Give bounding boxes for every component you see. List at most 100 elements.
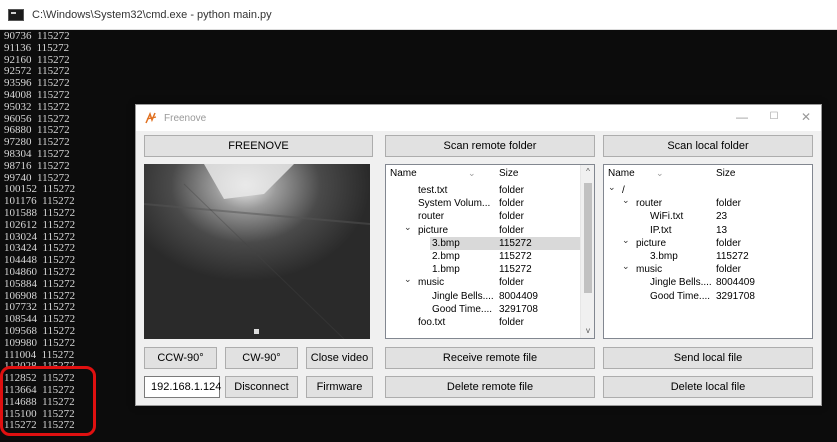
remote-row-name: Jingle Bells....: [432, 290, 494, 302]
local-tree-row[interactable]: ⌄ router folder: [604, 194, 812, 210]
local-header-name[interactable]: Name: [608, 168, 635, 179]
local-row-name: Jingle Bells....: [650, 277, 712, 289]
close-video-button[interactable]: Close video: [306, 347, 373, 369]
delete-local-file-button[interactable]: Delete local file: [603, 376, 813, 398]
remote-row-size: folder: [499, 185, 525, 196]
remote-tree-row[interactable]: ⌄ picture folder: [386, 221, 594, 237]
remote-tree-row[interactable]: router folder: [386, 210, 594, 223]
console-line: 98304 115272: [4, 147, 70, 160]
remote-row-name: Good Time....: [432, 303, 493, 315]
remote-tree-row[interactable]: 3.bmp 115272: [386, 236, 594, 250]
remote-header-name[interactable]: Name: [390, 168, 417, 179]
receive-remote-file-button[interactable]: Receive remote file: [385, 347, 595, 369]
remote-tree-row[interactable]: ⌄ music folder: [386, 273, 594, 289]
remote-tree-row[interactable]: Jingle Bells.... 8004409: [386, 290, 594, 303]
local-tree-row[interactable]: WiFi.txt 23: [604, 210, 812, 223]
freenove-button[interactable]: FREENOVE: [144, 135, 373, 157]
local-tree-row[interactable]: IP.txt 13: [604, 224, 812, 237]
maximize-icon[interactable]: ☐: [758, 105, 790, 131]
remote-row-size: folder: [499, 211, 525, 223]
remote-file-tree[interactable]: Name ⌄ Size test.txt folder System Volum..…: [385, 164, 595, 339]
local-tree-header: Name ⌄ Size: [604, 165, 812, 181]
remote-row-name: 1.bmp: [432, 264, 460, 276]
expand-chevron-icon[interactable]: ⌄: [622, 234, 630, 247]
cmd-titlebar[interactable]: C:\Windows\System32\cmd.exe - python mai…: [0, 0, 837, 30]
remote-row-name: foo.txt: [418, 317, 446, 328]
remote-tree-row[interactable]: Good Time.... 3291708: [386, 303, 594, 316]
freenove-titlebar[interactable]: Freenove — ☐ ✕: [136, 105, 821, 131]
remote-tree-row[interactable]: test.txt folder: [386, 184, 594, 197]
remote-row-size: 8004409: [499, 290, 538, 302]
local-tree-row[interactable]: Good Time.... 3291708: [604, 290, 812, 303]
local-row-size: folder: [716, 198, 742, 210]
cmd-window-title: C:\Windows\System32\cmd.exe - python mai…: [32, 8, 272, 21]
local-header-size[interactable]: Size: [716, 168, 735, 179]
remote-row-name: music: [418, 277, 445, 289]
rotate-cw-button[interactable]: CW-90°: [225, 347, 298, 369]
remote-row-name: System Volum...: [418, 198, 491, 210]
sort-chevron-icon: ⌄: [468, 168, 476, 178]
scroll-thumb[interactable]: [584, 183, 592, 293]
expand-chevron-icon[interactable]: ⌄: [404, 273, 412, 286]
red-highlight-annotation: [0, 366, 96, 436]
remote-row-size: 115272: [499, 237, 532, 249]
console-line: 109980 115272: [4, 336, 76, 349]
rotate-ccw-button[interactable]: CCW-90°: [144, 347, 217, 369]
expand-chevron-icon[interactable]: ⌄: [608, 181, 616, 194]
remote-tree-row[interactable]: 1.bmp 115272: [386, 263, 594, 276]
scroll-down-icon[interactable]: v: [581, 324, 594, 338]
remote-header-size[interactable]: Size: [499, 168, 518, 179]
sort-chevron-icon: ⌄: [656, 168, 664, 178]
console-line: 98716 115272: [4, 159, 70, 172]
remote-row-size: 115272: [499, 251, 532, 262]
console-line: 94008 115272: [4, 88, 70, 101]
local-row-name: IP.txt: [650, 224, 672, 236]
ip-address-field[interactable]: 192.168.1.124: [144, 376, 221, 398]
console-line: 102612 115272: [4, 218, 76, 231]
expand-chevron-icon[interactable]: ⌄: [404, 221, 412, 234]
remote-row-name: test.txt: [418, 185, 448, 196]
local-row-size: 13: [716, 224, 728, 236]
console-line: 91136 115272: [4, 41, 70, 54]
console-line: 95032 115272: [4, 100, 70, 113]
remote-tree-row[interactable]: foo.txt folder: [386, 316, 594, 329]
console-line: 104860 115272: [4, 265, 76, 278]
scan-remote-folder-button[interactable]: Scan remote folder: [385, 135, 595, 157]
send-local-file-button[interactable]: Send local file: [603, 347, 813, 369]
close-icon[interactable]: ✕: [790, 105, 822, 131]
delete-remote-file-button[interactable]: Delete remote file: [385, 376, 595, 398]
local-tree-row[interactable]: Jingle Bells.... 8004409: [604, 276, 812, 289]
camera-image: [144, 164, 370, 339]
local-file-tree[interactable]: Name ⌄ Size ⌄ / ⌄ router folder WiFi.txt 23 IP.…: [603, 164, 813, 339]
local-tree-row[interactable]: 3.bmp 115272: [604, 250, 812, 263]
remote-row-name: picture: [418, 224, 449, 236]
local-tree-row[interactable]: ⌄ music folder: [604, 260, 812, 276]
local-row-name: 3.bmp: [650, 251, 678, 262]
local-tree-row[interactable]: ⌄ picture folder: [604, 234, 812, 250]
remote-tree-scrollbar[interactable]: ^ v: [580, 165, 594, 338]
disconnect-button[interactable]: Disconnect: [225, 376, 298, 398]
remote-row-size: 3291708: [499, 303, 538, 315]
firmware-button[interactable]: Firmware: [306, 376, 373, 398]
remote-row-size: folder: [499, 198, 525, 210]
cmd-icon: [8, 8, 24, 21]
scan-local-folder-button[interactable]: Scan local folder: [603, 135, 813, 157]
local-tree-row[interactable]: ⌄ /: [604, 181, 812, 197]
remote-row-size: folder: [499, 224, 525, 236]
remote-row-name: router: [418, 211, 445, 223]
console-line: 101588 115272: [4, 206, 76, 219]
local-row-size: folder: [716, 237, 742, 249]
expand-chevron-icon[interactable]: ⌄: [622, 260, 630, 273]
local-row-size: 23: [716, 211, 728, 223]
local-row-name: router: [636, 198, 663, 210]
expand-chevron-icon[interactable]: ⌄: [622, 194, 630, 207]
scroll-up-icon[interactable]: ^: [581, 165, 594, 179]
local-row-name: WiFi.txt: [650, 211, 684, 223]
local-row-size: folder: [716, 264, 742, 276]
minimize-icon[interactable]: —: [726, 105, 758, 131]
remote-tree-row[interactable]: System Volum... folder: [386, 197, 594, 210]
remote-tree-row[interactable]: 2.bmp 115272: [386, 250, 594, 263]
console-line: 109568 115272: [4, 324, 76, 337]
freenove-window: Freenove — ☐ ✕ FREENOVE Scan remote fold…: [135, 104, 822, 406]
local-row-name: picture: [636, 237, 667, 249]
